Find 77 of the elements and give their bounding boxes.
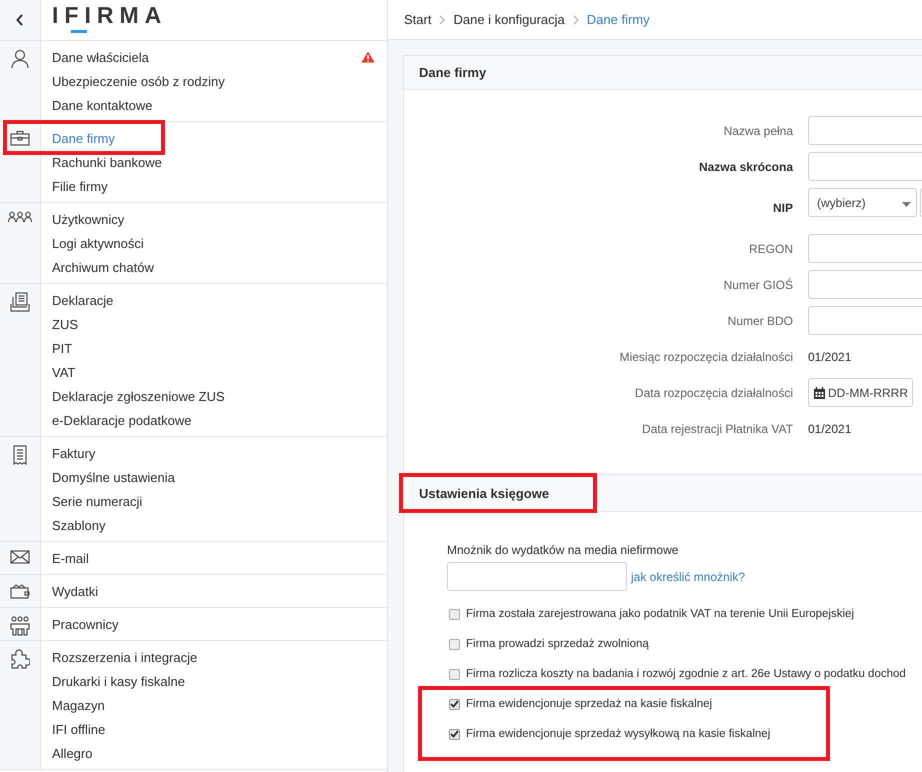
sidebar-item[interactable]: e-Deklaracje podatkowe xyxy=(52,412,192,428)
breadcrumb-link[interactable]: Start xyxy=(404,12,432,27)
date-field[interactable]: DD-MM-RRRR xyxy=(808,378,913,407)
checkbox[interactable] xyxy=(449,608,460,620)
sidebar-item[interactable]: Archiwum chatów xyxy=(52,260,154,274)
logo: IFIRMA xyxy=(52,1,168,29)
sidebar-item[interactable]: Deklaracje zgłoszeniowe ZUS xyxy=(52,388,225,404)
sidebar-item[interactable]: Pracownicy xyxy=(52,616,118,632)
field-label: Numer GIOŚ xyxy=(722,276,793,292)
checkbox[interactable] xyxy=(449,728,460,740)
sidebar-item[interactable]: VAT xyxy=(52,364,76,380)
date-input[interactable]: DD-MM-RRRR xyxy=(828,386,908,400)
field-value: 01/2021 xyxy=(808,422,852,436)
field-label: Miesiąc rozpoczęcia działalności xyxy=(618,348,793,364)
sidebar-item[interactable]: IFI offline xyxy=(52,722,106,736)
sidebar-item[interactable]: PIT xyxy=(52,340,72,356)
sidebar-item[interactable]: Użytkownicy xyxy=(52,212,124,226)
users-icon xyxy=(8,211,32,223)
checkbox[interactable] xyxy=(449,698,460,710)
checkbox-label: Firma została zarejestrowana jako podatnik VAT na terenie Unii Europejskiej xyxy=(466,608,854,620)
envelope-icon xyxy=(10,550,30,564)
checkmark-icon xyxy=(450,730,459,738)
briefcase-icon xyxy=(10,130,30,146)
sidebar-item[interactable]: E-mail xyxy=(52,550,89,566)
calendar-icon xyxy=(814,386,825,398)
field-label: Data rozpoczęcia działalności xyxy=(634,384,793,400)
field-label: NIP xyxy=(772,200,793,216)
checkbox-label: Firma ewidencjonuje sprzedaż wysyłkową na kasie fiskalnej xyxy=(466,728,770,740)
puzzle-icon xyxy=(10,649,30,669)
sidebar-item[interactable]: Rozszerzenia i integracje xyxy=(52,650,198,664)
sidebar-item[interactable]: Dane firmy xyxy=(52,130,115,146)
sidebar-item[interactable]: Filie firmy xyxy=(52,178,108,194)
person-icon xyxy=(11,49,29,69)
panel-title: Ustawienia księgowe xyxy=(419,486,550,500)
chevron-right-icon xyxy=(572,14,579,24)
sidebar-item[interactable]: Logi aktywności xyxy=(52,236,144,250)
panel-title: Dane firmy xyxy=(419,65,486,80)
sidebar-item[interactable]: Dane właściciela xyxy=(52,50,149,64)
field-label: REGON xyxy=(748,240,793,256)
chevron-left-icon xyxy=(16,14,24,26)
people-group-icon xyxy=(10,616,30,636)
field-label: Data rejestracji Płatnika VAT xyxy=(641,420,793,436)
sidebar-item[interactable]: Domyślne ustawienia xyxy=(52,470,175,484)
sidebar-item[interactable]: Deklaracje xyxy=(52,292,114,308)
field-value: 01/2021 xyxy=(808,350,852,364)
help-link[interactable]: jak określić mnożnik? xyxy=(631,570,746,584)
sidebar-item[interactable]: Drukarki i kasy fiskalne xyxy=(52,674,185,688)
checkbox[interactable] xyxy=(449,638,460,650)
documents-icon xyxy=(10,292,30,312)
sidebar-item[interactable]: ZUS xyxy=(52,316,78,332)
sidebar-item[interactable]: Magazyn xyxy=(52,698,105,712)
sidebar-item[interactable]: Ubezpieczenie osób z rodziny xyxy=(52,74,225,88)
checkbox-label: Firma ewidencjonuje sprzedaż na kasie fiskalnej xyxy=(466,698,712,710)
input-field[interactable] xyxy=(447,562,627,591)
checkbox-label: Firma rozlicza koszty na badania i rozwój zgodnie z art. 26e Ustawy o podatku dochod xyxy=(466,668,906,680)
dropdown[interactable]: (wybierz) xyxy=(808,188,917,217)
chevron-right-icon xyxy=(439,14,446,24)
caret-down-icon xyxy=(902,202,911,206)
checkmark-icon xyxy=(450,700,459,708)
sidebar-item[interactable]: Allegro xyxy=(52,746,92,760)
breadcrumb-link[interactable]: Dane firmy xyxy=(586,12,650,27)
field-label: Nazwa pełna xyxy=(722,122,793,138)
logo-accent xyxy=(71,30,87,33)
sidebar-item[interactable]: Faktury xyxy=(52,446,96,460)
breadcrumb-link[interactable]: Dane i konfiguracja xyxy=(453,12,565,27)
receipt-icon xyxy=(12,445,28,465)
sidebar-item[interactable]: Serie numeracji xyxy=(52,494,142,508)
field-label: Numer BDO xyxy=(726,312,793,328)
sidebar-item[interactable]: Wydatki xyxy=(52,584,98,598)
sidebar-item[interactable]: Rachunki bankowe xyxy=(52,154,162,170)
sidebar-item[interactable]: Dane kontaktowe xyxy=(52,98,152,112)
checkbox[interactable] xyxy=(449,668,460,680)
sidebar-item[interactable]: Szablony xyxy=(52,518,106,532)
field-label: Mnożnik do wydatków na media niefirmowe xyxy=(447,542,680,558)
field-label: Nazwa skrócona xyxy=(698,158,793,174)
checkbox-label: Firma prowadzi sprzedaż zwolnioną xyxy=(466,638,649,650)
wallet-icon xyxy=(10,583,30,599)
